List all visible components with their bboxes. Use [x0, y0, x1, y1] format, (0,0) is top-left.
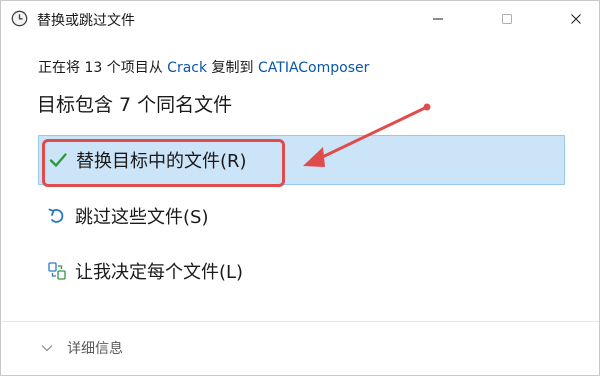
copy-prefix-text: 正在将 13 个项目从	[38, 60, 168, 76]
destination-folder-link[interactable]: CATIAComposer	[258, 60, 369, 76]
replace-skip-dialog: 替换或跳过文件 正在将 13 个项目从 Crack 复制到 CATIACompo…	[0, 0, 600, 376]
title-bar: 替换或跳过文件	[1, 1, 599, 37]
source-folder-link[interactable]: Crack	[167, 60, 207, 76]
maximize-button[interactable]	[484, 1, 530, 37]
option-skip-label: 跳过这些文件(S)	[75, 207, 209, 228]
option-decide-each[interactable]: 让我决定每个文件(L)	[38, 246, 565, 296]
maximize-icon	[502, 14, 512, 24]
annotation-highlight-box	[42, 139, 285, 187]
minimize-icon	[433, 18, 443, 20]
conflict-heading: 目标包含 7 个同名文件	[37, 94, 233, 116]
close-icon	[571, 14, 581, 24]
decide-files-icon	[47, 261, 67, 281]
chevron-down-icon	[41, 345, 53, 352]
close-button[interactable]	[553, 1, 599, 37]
minimize-button[interactable]	[415, 1, 461, 37]
details-toggle[interactable]: 详细信息	[41, 338, 123, 358]
option-decide-label: 让我决定每个文件(L)	[75, 262, 244, 283]
clock-icon	[11, 10, 28, 27]
skip-undo-icon	[47, 206, 67, 226]
window-title: 替换或跳过文件	[37, 13, 135, 29]
option-skip-files[interactable]: 跳过这些文件(S)	[38, 191, 565, 241]
details-label: 详细信息	[67, 341, 123, 357]
copy-status-line: 正在将 13 个项目从 Crack 复制到 CATIAComposer	[38, 57, 369, 77]
copy-middle-text: 复制到	[207, 60, 258, 76]
footer-divider	[2, 321, 599, 322]
